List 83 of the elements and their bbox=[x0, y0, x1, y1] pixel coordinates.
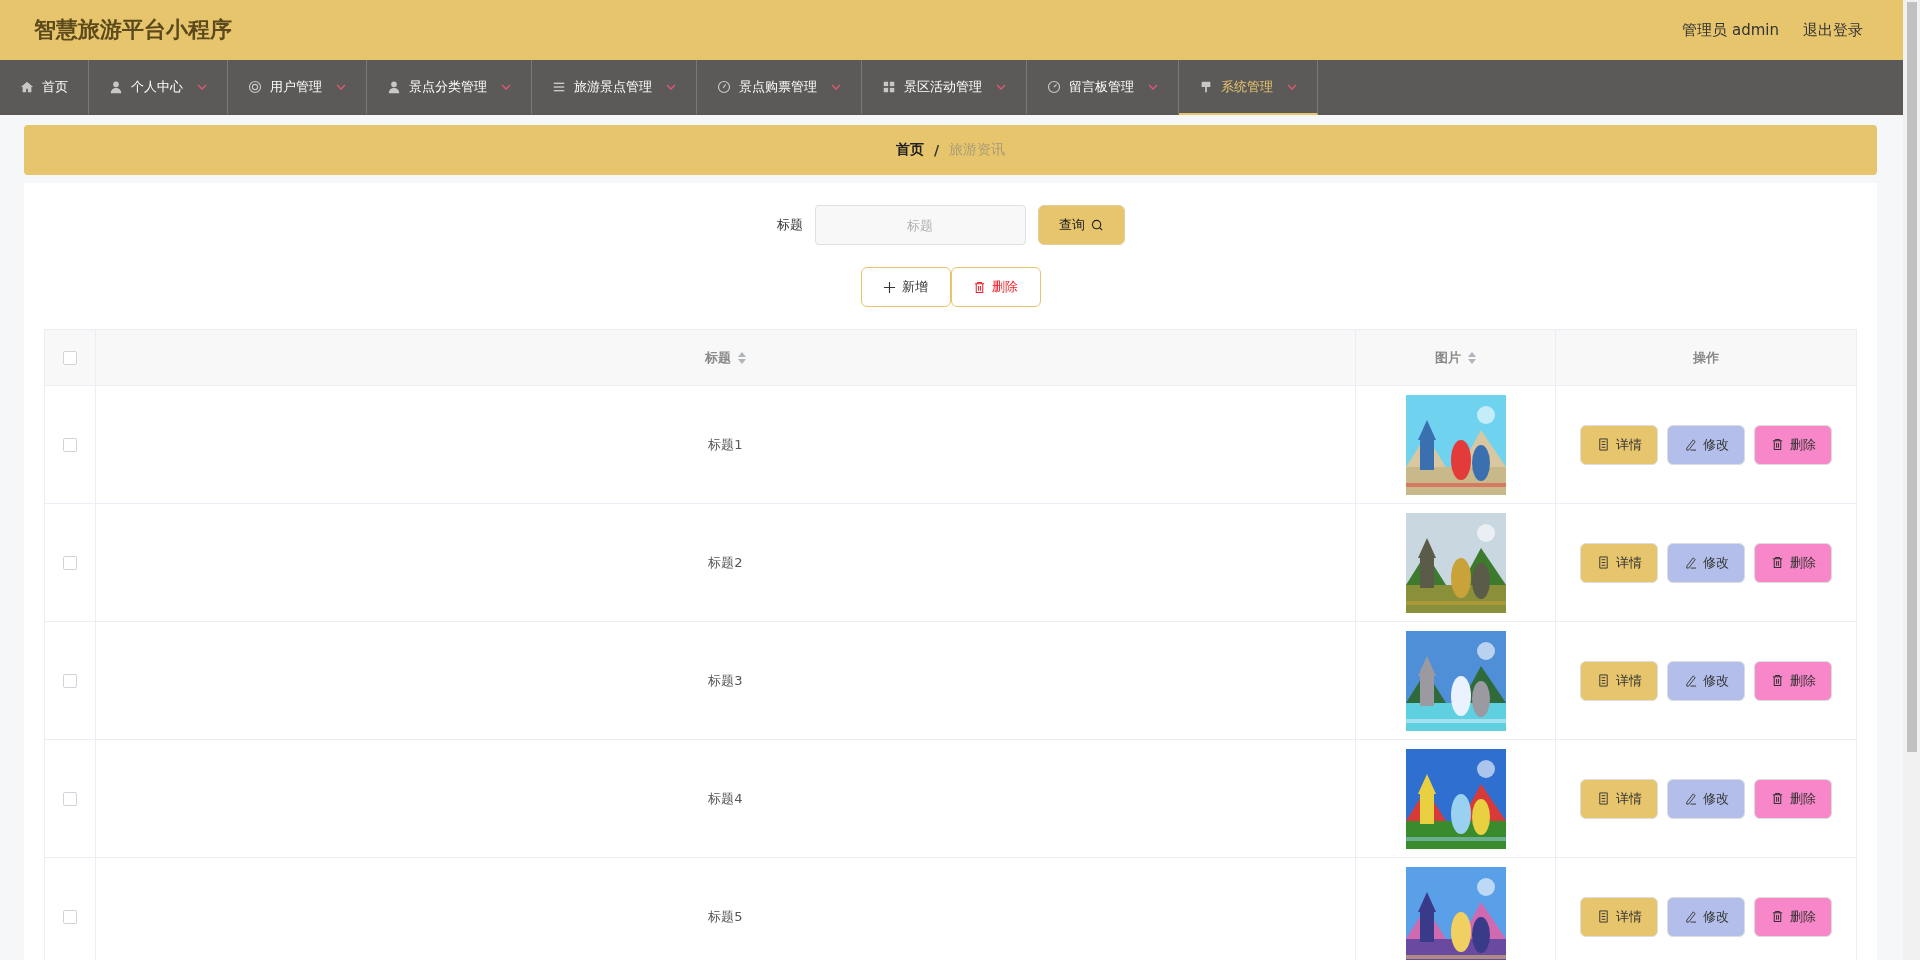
nav-menu-item[interactable]: 景点购票管理 bbox=[697, 60, 862, 115]
sort-icon[interactable] bbox=[736, 350, 747, 365]
logout-link[interactable]: 退出登录 bbox=[1803, 20, 1863, 40]
delete-button[interactable]: 删除 bbox=[1754, 424, 1832, 465]
person-icon bbox=[387, 79, 401, 94]
row-checkbox[interactable] bbox=[63, 437, 77, 452]
trash-icon bbox=[1770, 792, 1784, 805]
column-header[interactable]: 操作 bbox=[1693, 348, 1719, 367]
gauge-icon bbox=[1047, 79, 1061, 94]
nav-menu-item[interactable]: 用户管理 bbox=[228, 60, 367, 115]
nav-menu-item[interactable]: 景区活动管理 bbox=[862, 60, 1027, 115]
table-cell: 标题1 bbox=[708, 435, 743, 454]
admin-label: 管理员 admin bbox=[1682, 20, 1779, 40]
document-icon bbox=[1596, 556, 1610, 569]
table-cell: 标题4 bbox=[708, 789, 743, 808]
delete-button[interactable]: 删除 bbox=[1754, 778, 1832, 819]
pencil-icon bbox=[1683, 438, 1697, 451]
search-label: 标题 bbox=[776, 216, 803, 234]
row-checkbox[interactable] bbox=[63, 555, 77, 570]
edit-button[interactable]: 修改 bbox=[1667, 660, 1745, 701]
app-title: 智慧旅游平台小程序 bbox=[34, 16, 232, 44]
nav-menu-item[interactable]: 系统管理 bbox=[1179, 60, 1318, 115]
pencil-icon bbox=[1683, 556, 1697, 569]
document-icon bbox=[1596, 674, 1610, 687]
table-cell: 标题2 bbox=[708, 553, 743, 572]
edit-button[interactable]: 修改 bbox=[1667, 424, 1745, 465]
home-icon bbox=[20, 79, 34, 94]
delete-button[interactable]: 删除 bbox=[1754, 896, 1832, 937]
chevron-down-icon bbox=[666, 83, 676, 90]
delete-button[interactable]: 删除 bbox=[1754, 542, 1832, 583]
table-cell: 标题3 bbox=[708, 671, 743, 690]
detail-button[interactable]: 详情 bbox=[1580, 778, 1658, 819]
detail-button[interactable]: 详情 bbox=[1580, 424, 1658, 465]
document-icon bbox=[1596, 438, 1610, 451]
nav-menu-item[interactable]: 首页 bbox=[0, 60, 89, 115]
chevron-down-icon bbox=[197, 83, 207, 90]
chevron-down-icon bbox=[996, 83, 1006, 90]
delete-button[interactable]: 删除 bbox=[950, 267, 1041, 307]
detail-button[interactable]: 详情 bbox=[1580, 896, 1658, 937]
trash-icon bbox=[1770, 556, 1784, 569]
breadcrumb-link[interactable]: 首页 bbox=[895, 141, 924, 159]
document-icon bbox=[1596, 910, 1610, 923]
table-cell: 标题5 bbox=[708, 907, 743, 926]
nav-menu-item[interactable]: 个人中心 bbox=[89, 60, 228, 115]
chevron-down-icon bbox=[336, 83, 346, 90]
row-checkbox[interactable] bbox=[63, 909, 77, 924]
detail-button[interactable]: 详情 bbox=[1580, 542, 1658, 583]
document-icon bbox=[1596, 792, 1610, 805]
plus-icon bbox=[883, 280, 896, 294]
trash-icon bbox=[1770, 438, 1784, 451]
pencil-icon bbox=[1683, 674, 1697, 687]
pencil-icon bbox=[1683, 910, 1697, 923]
nav-menu-item[interactable]: 旅游景点管理 bbox=[532, 60, 697, 115]
add-button[interactable]: 新增 bbox=[860, 267, 951, 307]
query-button[interactable]: 查询 bbox=[1037, 205, 1125, 245]
person-icon bbox=[109, 79, 123, 94]
edit-button[interactable]: 修改 bbox=[1667, 778, 1745, 819]
trash-icon bbox=[1770, 674, 1784, 687]
chevron-down-icon bbox=[1287, 83, 1297, 90]
edit-button[interactable]: 修改 bbox=[1667, 542, 1745, 583]
row-checkbox[interactable] bbox=[63, 673, 77, 688]
column-header[interactable]: 图片 bbox=[1434, 348, 1461, 367]
detail-button[interactable]: 详情 bbox=[1580, 660, 1658, 701]
pencil-icon bbox=[1683, 792, 1697, 805]
title-search-field[interactable]: 标题 bbox=[814, 205, 1026, 245]
brush-icon bbox=[1199, 79, 1213, 94]
delete-button[interactable]: 删除 bbox=[1754, 660, 1832, 701]
select-all-checkbox[interactable] bbox=[63, 350, 77, 365]
grid-icon bbox=[882, 79, 896, 94]
trash-icon bbox=[1770, 910, 1784, 923]
nav-menu-item[interactable]: 留言板管理 bbox=[1027, 60, 1179, 115]
trash-icon bbox=[973, 280, 986, 294]
row-checkbox[interactable] bbox=[63, 791, 77, 806]
nav-menu-item[interactable]: 景点分类管理 bbox=[367, 60, 532, 115]
compass-icon bbox=[717, 79, 731, 94]
sort-icon[interactable] bbox=[1466, 350, 1477, 365]
chevron-down-icon bbox=[501, 83, 511, 90]
search-icon bbox=[1090, 218, 1104, 232]
chevron-down-icon bbox=[831, 83, 841, 90]
edit-button[interactable]: 修改 bbox=[1667, 896, 1745, 937]
globe-icon bbox=[248, 79, 262, 94]
breadcrumb-separator: / bbox=[933, 142, 940, 158]
chevron-down-icon bbox=[1148, 83, 1158, 90]
